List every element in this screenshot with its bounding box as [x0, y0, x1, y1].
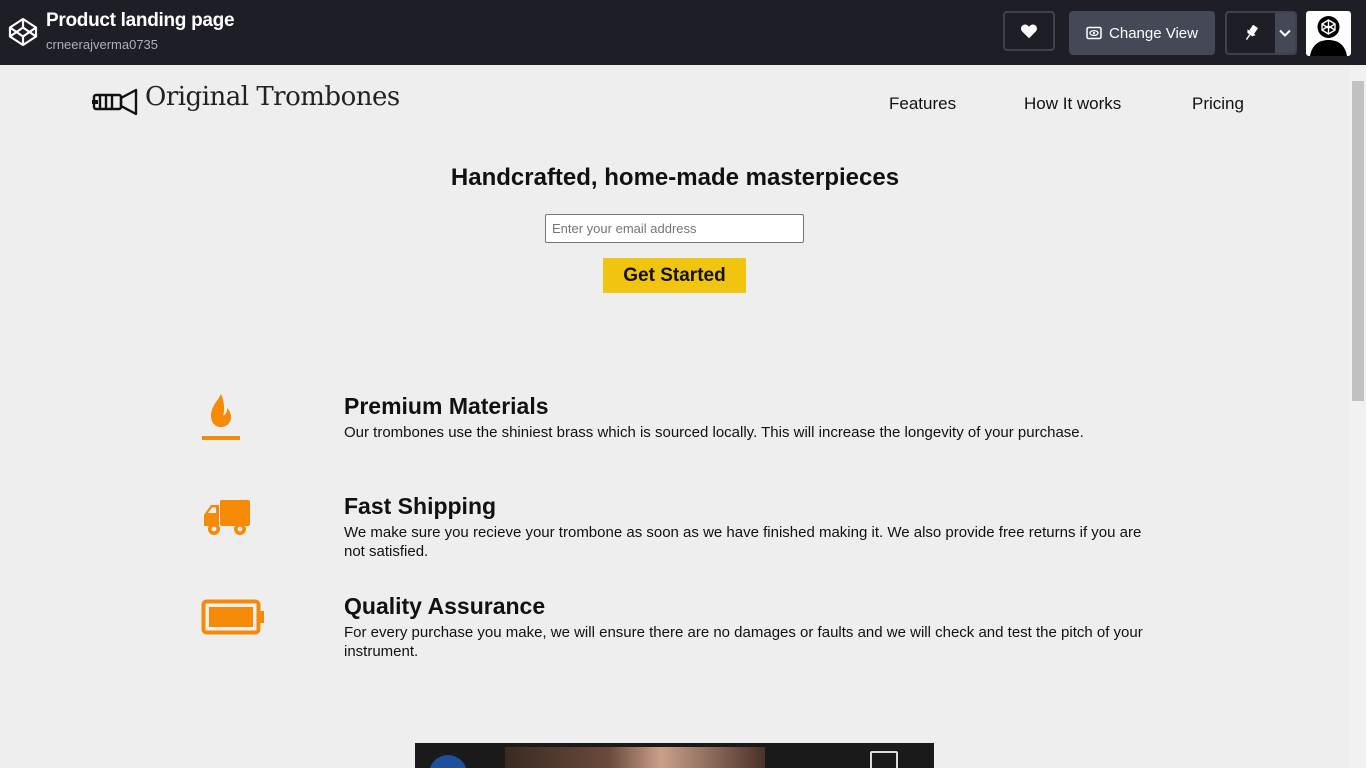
- trombone-logo-icon[interactable]: [92, 86, 138, 118]
- pen-title[interactable]: Product landing page: [46, 10, 235, 32]
- hero-title: Handcrafted, home-made masterpieces: [450, 164, 900, 191]
- nav-how-it-works[interactable]: How It works: [1024, 94, 1121, 114]
- nav-pricing[interactable]: Pricing: [1192, 94, 1244, 114]
- feature-title-shipping: Fast Shipping: [344, 493, 497, 519]
- change-view-button[interactable]: Change View: [1069, 11, 1215, 55]
- email-field[interactable]: [545, 214, 804, 243]
- page-scrollbar[interactable]: [1350, 65, 1366, 768]
- eye-icon: [1086, 26, 1102, 40]
- truck-icon: [204, 500, 250, 535]
- copy-link-icon[interactable]: [870, 751, 898, 768]
- nav-features[interactable]: Features: [889, 94, 956, 114]
- feature-desc-quality: For every purchase you make, we will ens…: [344, 624, 1143, 660]
- battery-icon: [201, 599, 264, 635]
- embedded-video[interactable]: [415, 743, 934, 768]
- like-button[interactable]: [1003, 11, 1055, 51]
- pin-icon: [1245, 24, 1259, 40]
- video-thumbnail: [505, 747, 765, 768]
- user-avatar-icon: [1310, 16, 1347, 56]
- feature-desc-premium: Our trombones use the shiniest brass whi…: [344, 424, 1084, 441]
- change-view-label: Change View: [1109, 24, 1198, 42]
- codepen-header: Product landing page crneerajverma0735 C…: [0, 0, 1366, 65]
- heart-icon: [1021, 24, 1037, 39]
- feature-desc-shipping: We make sure you recieve your trombone a…: [344, 524, 1142, 560]
- scrollbar-thumb[interactable]: [1352, 81, 1364, 401]
- brand-name: Original Trombones: [145, 82, 400, 112]
- feature-title-quality: Quality Assurance: [344, 593, 546, 619]
- pin-button[interactable]: [1227, 13, 1275, 53]
- fire-icon: [202, 394, 240, 440]
- pen-username[interactable]: crneerajverma0735: [46, 37, 158, 52]
- feature-title-premium: Premium Materials: [344, 393, 549, 419]
- codepen-logo-icon[interactable]: [8, 17, 38, 47]
- user-avatar[interactable]: [1306, 11, 1351, 56]
- pin-dropdown-button[interactable]: [1275, 13, 1295, 53]
- pin-menu[interactable]: [1225, 11, 1297, 55]
- channel-logo-icon: [429, 755, 467, 768]
- chevron-down-icon: [1279, 29, 1291, 37]
- get-started-button[interactable]: Get Started: [603, 258, 746, 293]
